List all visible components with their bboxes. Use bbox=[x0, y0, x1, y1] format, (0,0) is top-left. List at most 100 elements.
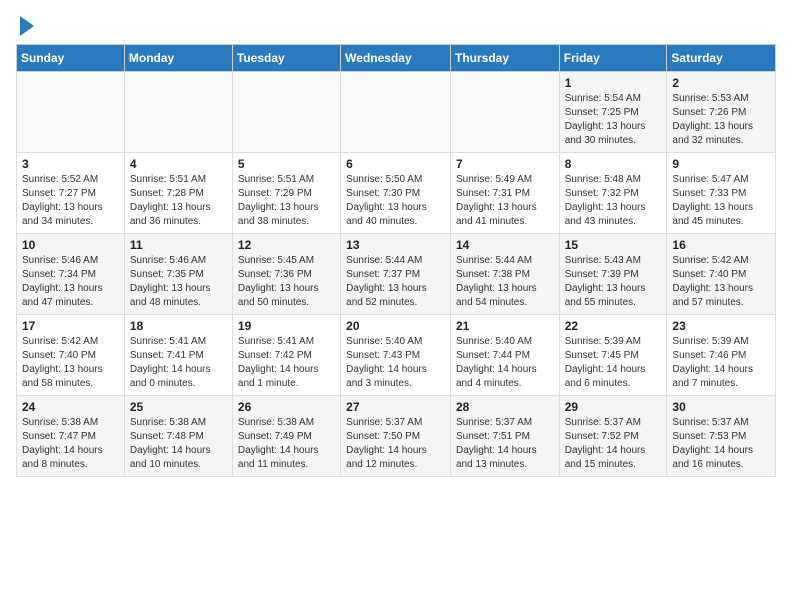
logo-triangle-icon bbox=[20, 16, 34, 36]
day-number: 2 bbox=[672, 76, 770, 90]
day-info: Sunrise: 5:43 AMSunset: 7:39 PMDaylight:… bbox=[565, 254, 662, 310]
day-number: 17 bbox=[22, 319, 119, 333]
calendar-cell: 5Sunrise: 5:51 AMSunset: 7:29 PMDaylight… bbox=[232, 153, 340, 234]
calendar-cell: 29Sunrise: 5:37 AMSunset: 7:52 PMDayligh… bbox=[559, 396, 667, 477]
day-info: Sunrise: 5:42 AMSunset: 7:40 PMDaylight:… bbox=[22, 335, 119, 391]
day-info: Sunrise: 5:39 AMSunset: 7:45 PMDaylight:… bbox=[565, 335, 662, 391]
day-number: 26 bbox=[238, 400, 335, 414]
calendar-week-row: 3 Sunrise: 5:52 AMSunset: 7:27 PMDaylight… bbox=[17, 153, 776, 234]
calendar-cell: 3 Sunrise: 5:52 AMSunset: 7:27 PMDaylight… bbox=[17, 153, 125, 234]
day-number: 4 bbox=[130, 157, 227, 171]
day-number: 23 bbox=[672, 319, 770, 333]
calendar-cell: 27 Sunrise: 5:37 AMSunset: 7:50 PMDayligh… bbox=[341, 396, 451, 477]
day-info: Sunrise: 5:51 AMSunset: 7:28 PMDaylight:… bbox=[130, 173, 227, 229]
day-info: Sunrise: 5:52 AMSunset: 7:27 PMDaylight:… bbox=[22, 173, 119, 229]
day-number: 6 bbox=[346, 157, 445, 171]
calendar-cell: 19 Sunrise: 5:41 AMSunset: 7:42 PMDayligh… bbox=[232, 315, 340, 396]
day-info: Sunrise: 5:46 AMSunset: 7:35 PMDaylight:… bbox=[130, 254, 227, 310]
day-number: 11 bbox=[130, 238, 227, 252]
page-header bbox=[16, 16, 776, 36]
weekday-header-saturday: Saturday bbox=[667, 45, 776, 72]
calendar-cell: 25 Sunrise: 5:38 AMSunset: 7:48 PMDayligh… bbox=[124, 396, 232, 477]
day-number: 12 bbox=[238, 238, 335, 252]
day-info: Sunrise: 5:39 AMSunset: 7:46 PMDaylight:… bbox=[672, 335, 770, 391]
day-info: Sunrise: 5:44 AMSunset: 7:37 PMDaylight:… bbox=[346, 254, 445, 310]
calendar-week-row: 17 Sunrise: 5:42 AMSunset: 7:40 PMDayligh… bbox=[17, 315, 776, 396]
calendar-cell: 30 Sunrise: 5:37 AMSunset: 7:53 PMDayligh… bbox=[667, 396, 776, 477]
weekday-header-sunday: Sunday bbox=[17, 45, 125, 72]
day-number: 10 bbox=[22, 238, 119, 252]
calendar-cell: 7 Sunrise: 5:49 AMSunset: 7:31 PMDaylight… bbox=[450, 153, 559, 234]
day-number: 16 bbox=[672, 238, 770, 252]
day-info: Sunrise: 5:49 AMSunset: 7:31 PMDaylight:… bbox=[456, 173, 554, 229]
calendar-cell: 17 Sunrise: 5:42 AMSunset: 7:40 PMDayligh… bbox=[17, 315, 125, 396]
day-number: 7 bbox=[456, 157, 554, 171]
weekday-header-tuesday: Tuesday bbox=[232, 45, 340, 72]
day-info: Sunrise: 5:54 AMSunset: 7:25 PMDaylight:… bbox=[565, 92, 662, 148]
calendar-cell: 12Sunrise: 5:45 AMSunset: 7:36 PMDayligh… bbox=[232, 234, 340, 315]
logo bbox=[16, 16, 34, 36]
calendar-cell: 1Sunrise: 5:54 AMSunset: 7:25 PMDaylight… bbox=[559, 72, 667, 153]
day-number: 20 bbox=[346, 319, 445, 333]
day-info: Sunrise: 5:41 AMSunset: 7:41 PMDaylight:… bbox=[130, 335, 227, 391]
day-info: Sunrise: 5:47 AMSunset: 7:33 PMDaylight:… bbox=[672, 173, 770, 229]
calendar-cell bbox=[17, 72, 125, 153]
calendar-cell: 18 Sunrise: 5:41 AMSunset: 7:41 PMDayligh… bbox=[124, 315, 232, 396]
calendar-week-row: 24 Sunrise: 5:38 AMSunset: 7:47 PMDayligh… bbox=[17, 396, 776, 477]
day-number: 27 bbox=[346, 400, 445, 414]
day-info: Sunrise: 5:38 AMSunset: 7:48 PMDaylight:… bbox=[130, 416, 227, 472]
day-info: Sunrise: 5:38 AMSunset: 7:47 PMDaylight:… bbox=[22, 416, 119, 472]
day-number: 3 bbox=[22, 157, 119, 171]
day-info: Sunrise: 5:42 AMSunset: 7:40 PMDaylight:… bbox=[672, 254, 770, 310]
day-number: 30 bbox=[672, 400, 770, 414]
calendar-cell: 16 Sunrise: 5:42 AMSunset: 7:40 PMDayligh… bbox=[667, 234, 776, 315]
day-number: 5 bbox=[238, 157, 335, 171]
calendar-cell: 24 Sunrise: 5:38 AMSunset: 7:47 PMDayligh… bbox=[17, 396, 125, 477]
day-number: 19 bbox=[238, 319, 335, 333]
day-info: Sunrise: 5:37 AMSunset: 7:51 PMDaylight:… bbox=[456, 416, 554, 472]
day-number: 9 bbox=[672, 157, 770, 171]
calendar-cell: 2 Sunrise: 5:53 AMSunset: 7:26 PMDaylight… bbox=[667, 72, 776, 153]
calendar-cell bbox=[232, 72, 340, 153]
calendar-cell: 22 Sunrise: 5:39 AMSunset: 7:45 PMDayligh… bbox=[559, 315, 667, 396]
calendar-cell: 21Sunrise: 5:40 AMSunset: 7:44 PMDayligh… bbox=[450, 315, 559, 396]
day-number: 13 bbox=[346, 238, 445, 252]
day-number: 18 bbox=[130, 319, 227, 333]
calendar-cell: 6 Sunrise: 5:50 AMSunset: 7:30 PMDaylight… bbox=[341, 153, 451, 234]
day-info: Sunrise: 5:46 AMSunset: 7:34 PMDaylight:… bbox=[22, 254, 119, 310]
day-number: 22 bbox=[565, 319, 662, 333]
day-number: 28 bbox=[456, 400, 554, 414]
day-number: 24 bbox=[22, 400, 119, 414]
day-info: Sunrise: 5:48 AMSunset: 7:32 PMDaylight:… bbox=[565, 173, 662, 229]
weekday-header-thursday: Thursday bbox=[450, 45, 559, 72]
day-info: Sunrise: 5:50 AMSunset: 7:30 PMDaylight:… bbox=[346, 173, 445, 229]
calendar-cell: 8 Sunrise: 5:48 AMSunset: 7:32 PMDaylight… bbox=[559, 153, 667, 234]
calendar-cell: 20 Sunrise: 5:40 AMSunset: 7:43 PMDayligh… bbox=[341, 315, 451, 396]
calendar-cell: 4 Sunrise: 5:51 AMSunset: 7:28 PMDaylight… bbox=[124, 153, 232, 234]
calendar-cell: 26 Sunrise: 5:38 AMSunset: 7:49 PMDayligh… bbox=[232, 396, 340, 477]
day-number: 8 bbox=[565, 157, 662, 171]
calendar-cell: 14 Sunrise: 5:44 AMSunset: 7:38 PMDayligh… bbox=[450, 234, 559, 315]
day-number: 14 bbox=[456, 238, 554, 252]
calendar-week-row: 1Sunrise: 5:54 AMSunset: 7:25 PMDaylight… bbox=[17, 72, 776, 153]
day-info: Sunrise: 5:37 AMSunset: 7:50 PMDaylight:… bbox=[346, 416, 445, 472]
day-number: 15 bbox=[565, 238, 662, 252]
weekday-header-monday: Monday bbox=[124, 45, 232, 72]
day-info: Sunrise: 5:44 AMSunset: 7:38 PMDaylight:… bbox=[456, 254, 554, 310]
calendar-cell: 23 Sunrise: 5:39 AMSunset: 7:46 PMDayligh… bbox=[667, 315, 776, 396]
day-info: Sunrise: 5:40 AMSunset: 7:43 PMDaylight:… bbox=[346, 335, 445, 391]
calendar-cell: 10 Sunrise: 5:46 AMSunset: 7:34 PMDayligh… bbox=[17, 234, 125, 315]
weekday-header-friday: Friday bbox=[559, 45, 667, 72]
day-info: Sunrise: 5:53 AMSunset: 7:26 PMDaylight:… bbox=[672, 92, 770, 148]
day-info: Sunrise: 5:38 AMSunset: 7:49 PMDaylight:… bbox=[238, 416, 335, 472]
day-info: Sunrise: 5:41 AMSunset: 7:42 PMDaylight:… bbox=[238, 335, 335, 391]
calendar-cell: 13 Sunrise: 5:44 AMSunset: 7:37 PMDayligh… bbox=[341, 234, 451, 315]
day-info: Sunrise: 5:37 AMSunset: 7:53 PMDaylight:… bbox=[672, 416, 770, 472]
calendar-header-row: SundayMondayTuesdayWednesdayThursdayFrid… bbox=[17, 45, 776, 72]
calendar-cell bbox=[450, 72, 559, 153]
day-info: Sunrise: 5:40 AMSunset: 7:44 PMDaylight:… bbox=[456, 335, 554, 391]
day-number: 25 bbox=[130, 400, 227, 414]
weekday-header-wednesday: Wednesday bbox=[341, 45, 451, 72]
calendar-week-row: 10 Sunrise: 5:46 AMSunset: 7:34 PMDayligh… bbox=[17, 234, 776, 315]
calendar-cell: 28 Sunrise: 5:37 AMSunset: 7:51 PMDayligh… bbox=[450, 396, 559, 477]
